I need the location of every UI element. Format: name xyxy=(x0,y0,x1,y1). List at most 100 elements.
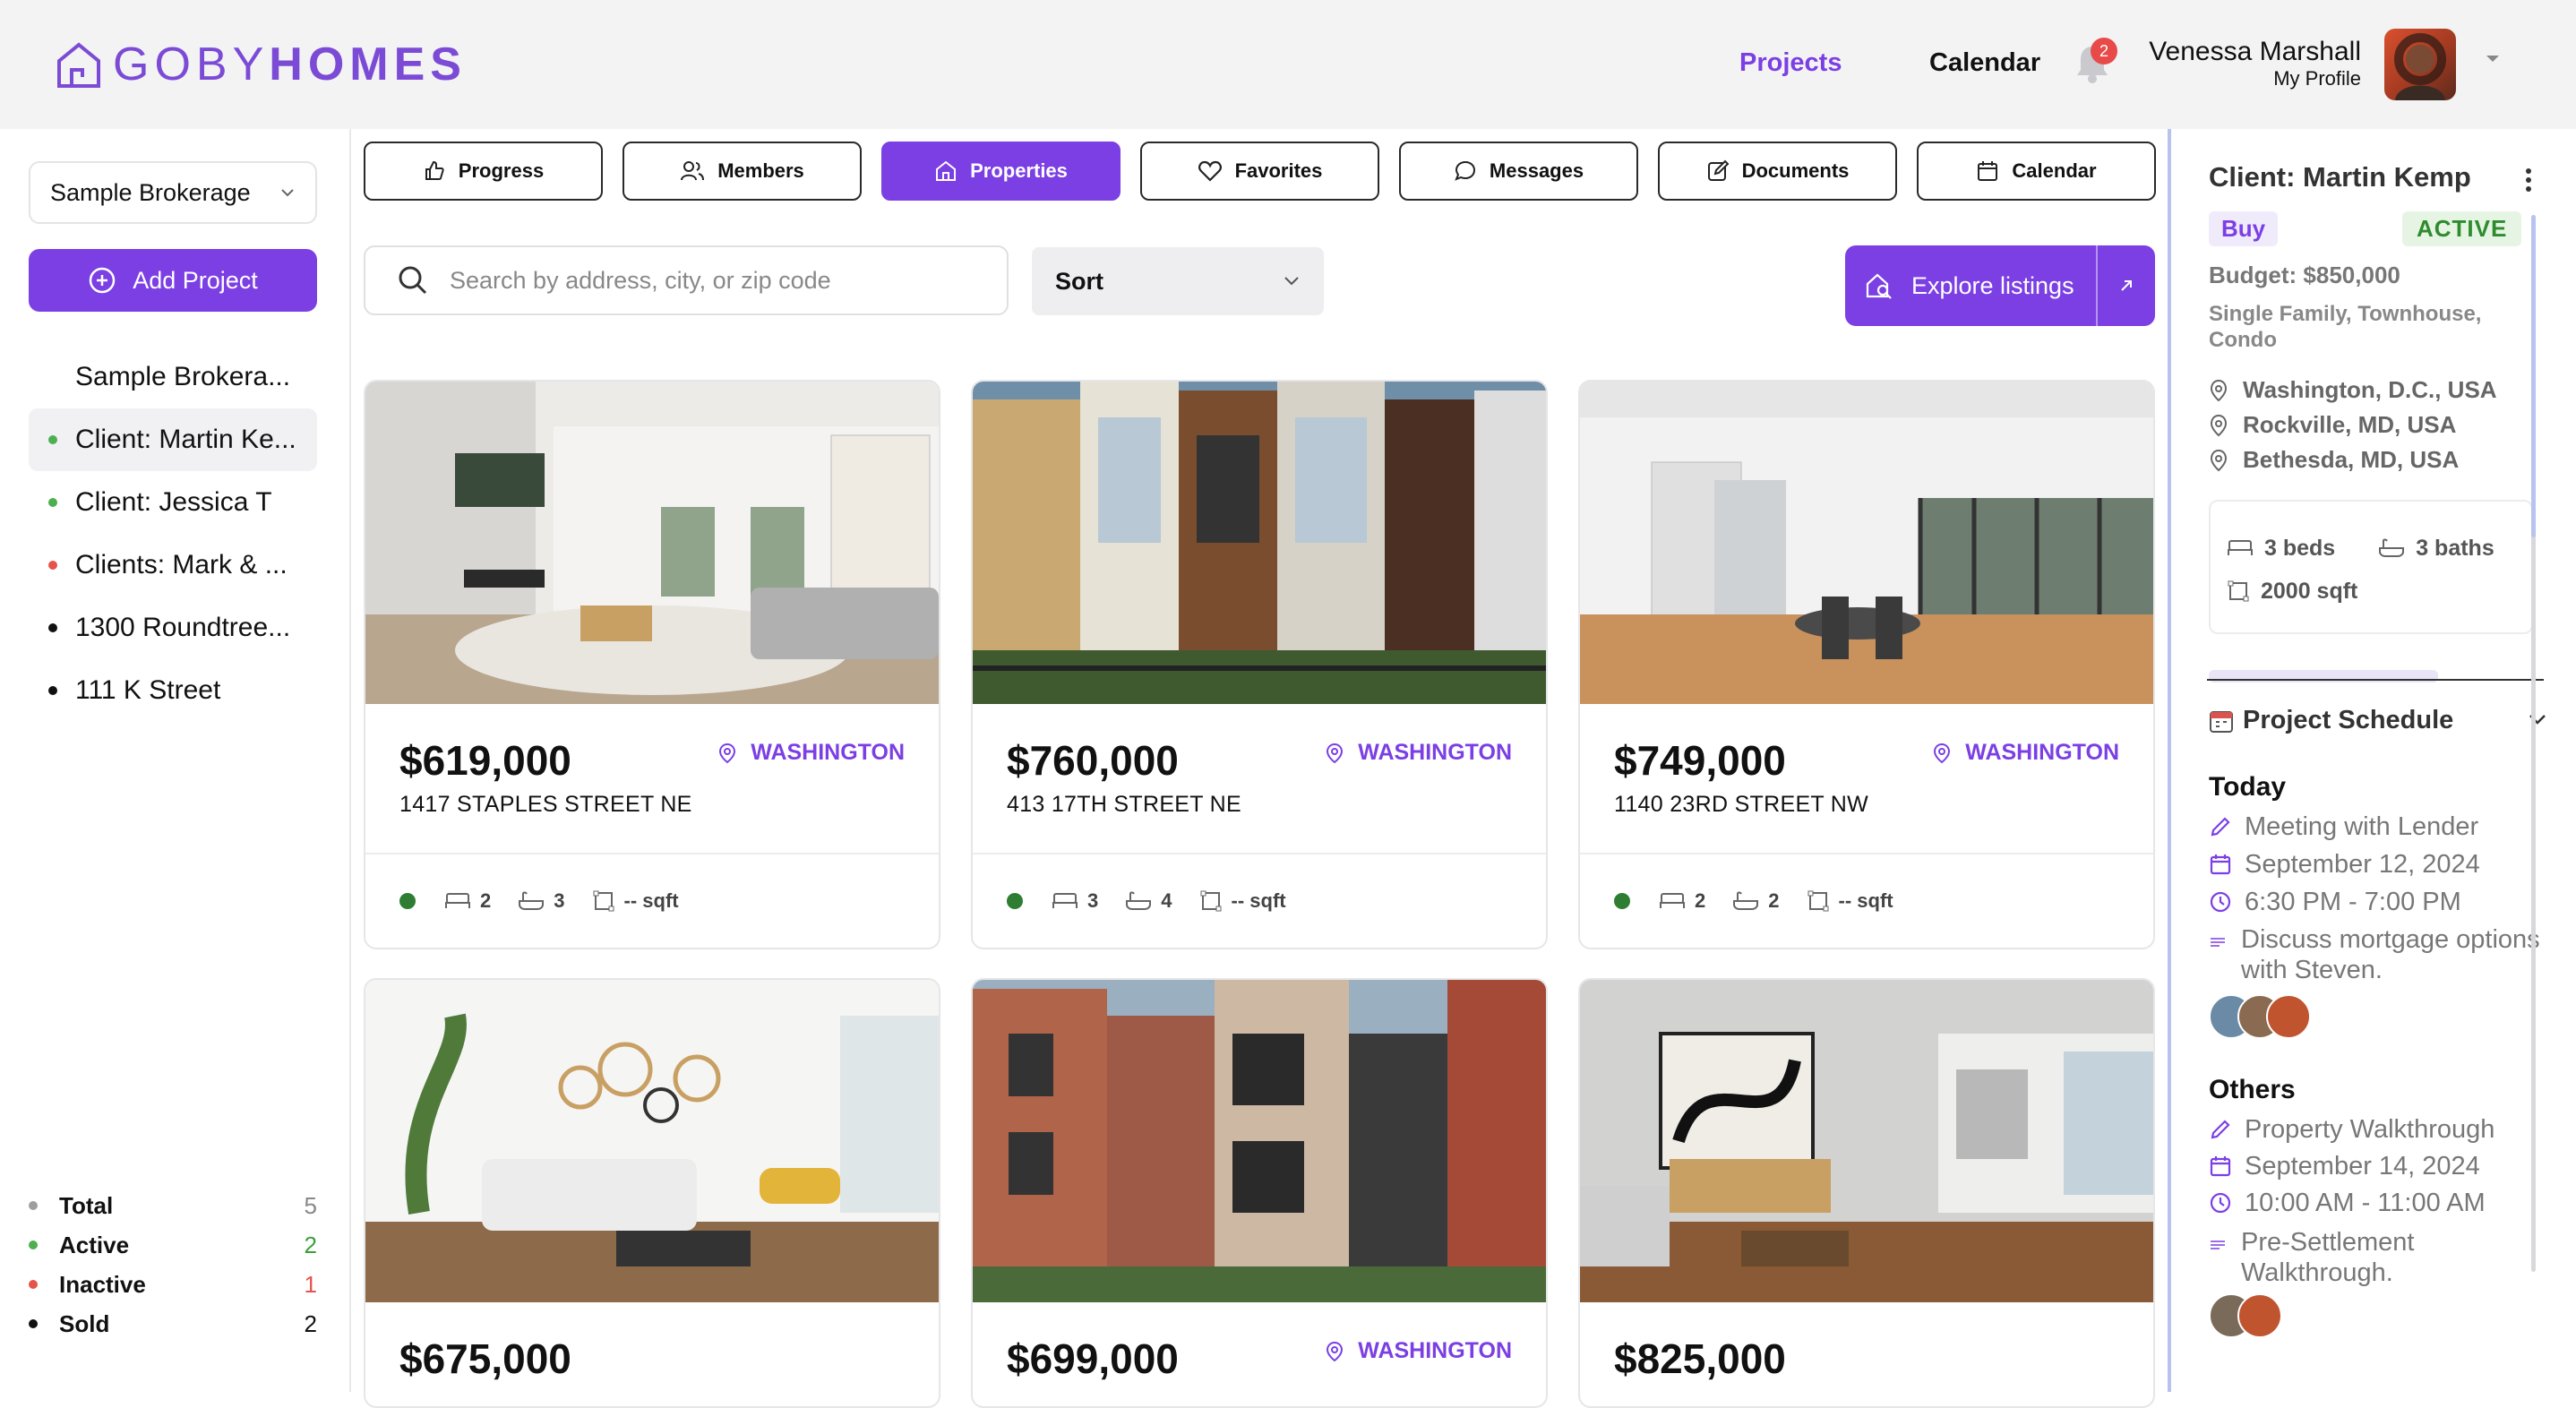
property-card[interactable]: $825,000 xyxy=(1578,978,2155,1408)
tab-progress[interactable]: Progress xyxy=(364,142,603,201)
property-location: WASHINGTON xyxy=(718,740,905,766)
nav-projects[interactable]: Projects xyxy=(1739,47,1842,79)
stat-label: Sold xyxy=(59,1309,110,1337)
bath-icon xyxy=(1126,891,1152,910)
user-name[interactable]: Venessa Marshall xyxy=(2149,36,2361,68)
search-input[interactable]: Search by address, city, or zip code xyxy=(364,245,1009,315)
property-photo[interactable] xyxy=(365,382,939,704)
project-label: Sample Brokera... xyxy=(75,362,291,391)
status-dot xyxy=(48,623,57,632)
project-schedule-header[interactable]: Project Schedule xyxy=(2209,706,2453,735)
users-icon xyxy=(681,161,705,181)
more-options-icon[interactable] xyxy=(2524,167,2533,193)
event-attendees[interactable] xyxy=(2209,994,2311,1039)
panel-scrollbar-thumb[interactable] xyxy=(2531,215,2536,537)
event-title-row[interactable]: Meeting with Lender xyxy=(2209,811,2549,842)
client-cities: Washington, D.C., USA Rockville, MD, USA… xyxy=(2209,373,2497,477)
event-attendees[interactable] xyxy=(2209,1293,2282,1338)
property-price: $825,000 xyxy=(1614,1335,1786,1382)
property-address: 1140 23RD STREET NW xyxy=(1614,792,1869,817)
nav-calendar[interactable]: Calendar xyxy=(1929,47,2040,79)
project-item-111-k-street[interactable]: 111 K Street xyxy=(29,659,317,722)
client-baths: 3 baths xyxy=(2416,535,2494,561)
property-photo[interactable] xyxy=(973,980,1546,1302)
clock-icon xyxy=(2210,1192,2231,1214)
client-requirements: 3 beds 3 baths 2000 sqft xyxy=(2209,500,2533,634)
event-date: September 12, 2024 xyxy=(2245,850,2480,879)
client-detail-panel: Client: Martin Kemp Buy ACTIVE Budget: $… xyxy=(2168,129,2576,1392)
tab-label: Properties xyxy=(970,159,1068,182)
project-label: Clients: Mark & ... xyxy=(75,550,288,580)
tab-properties[interactable]: Properties xyxy=(881,142,1121,201)
user-avatar[interactable] xyxy=(2384,29,2456,100)
property-info: $675,000 xyxy=(365,1302,939,1406)
home-search-icon xyxy=(1866,273,1892,299)
client-title: Client: Martin Kemp xyxy=(2209,161,2471,193)
property-city: WASHINGTON xyxy=(1358,1338,1512,1363)
brokerage-select[interactable]: Sample Brokerage xyxy=(29,161,317,224)
add-project-label: Add Project xyxy=(133,266,258,294)
event-note-row: Pre-Settlement Walkthrough. xyxy=(2209,1227,2549,1288)
tab-label: Favorites xyxy=(1234,159,1323,182)
tab-documents[interactable]: Documents xyxy=(1658,142,1897,201)
tab-members[interactable]: Members xyxy=(623,142,862,201)
schedule-others-label: Others xyxy=(2209,1075,2296,1104)
property-photo[interactable] xyxy=(973,382,1546,704)
event-title-row[interactable]: Property Walkthrough xyxy=(2209,1114,2549,1145)
status-dot xyxy=(48,561,57,570)
property-location: WASHINGTON xyxy=(1933,740,2119,766)
property-address: 1417 STAPLES STREET NE xyxy=(399,792,692,817)
gobyhomes-logo[interactable]: GOBYHOMES xyxy=(54,39,467,90)
sort-select[interactable]: Sort xyxy=(1032,247,1324,315)
property-location: WASHINGTON xyxy=(1326,740,1512,766)
attendee-avatar xyxy=(2237,1293,2282,1338)
project-item-1300-roundtree[interactable]: 1300 Roundtree... xyxy=(29,597,317,659)
baths-count: 2 xyxy=(1768,889,1780,912)
project-item-martin-kemp[interactable]: Client: Martin Ke... xyxy=(29,408,317,471)
property-photo[interactable] xyxy=(1580,980,2153,1302)
property-card[interactable]: $675,000 xyxy=(364,978,940,1408)
tab-messages[interactable]: Messages xyxy=(1399,142,1638,201)
sqft-value: -- sqft xyxy=(1838,889,1893,912)
property-card[interactable]: $699,000 WASHINGTON xyxy=(971,978,1548,1408)
map-pin-icon xyxy=(1327,1341,1344,1361)
explore-listings-button[interactable]: Explore listings xyxy=(1845,245,2155,326)
project-item-sample-brokerage[interactable]: Sample Brokera... xyxy=(29,346,317,408)
client-budget: Budget: $850,000 xyxy=(2209,262,2400,288)
property-card[interactable]: $760,000 WASHINGTON 413 17TH STREET NE 3… xyxy=(971,380,1548,949)
stat-value: 2 xyxy=(304,1231,317,1258)
property-card[interactable]: $619,000 WASHINGTON 1417 STAPLES STREET … xyxy=(364,380,940,949)
status-dot xyxy=(399,893,416,909)
user-profile-link[interactable]: My Profile xyxy=(2273,67,2361,90)
property-info: $619,000 WASHINGTON 1417 STAPLES STREET … xyxy=(365,704,939,854)
project-label: 1300 Roundtree... xyxy=(75,613,291,642)
project-label: Client: Martin Ke... xyxy=(75,425,296,454)
pencil-icon xyxy=(2211,1120,2230,1139)
stat-total: Total 5 xyxy=(29,1186,317,1225)
property-info: $699,000 WASHINGTON xyxy=(973,1302,1546,1406)
city-label: Washington, D.C., USA xyxy=(2243,376,2497,403)
status-dot xyxy=(48,686,57,695)
notes-icon xyxy=(2211,938,2225,947)
search-icon xyxy=(399,266,427,295)
tab-label: Messages xyxy=(1489,159,1584,182)
city-label: Bethesda, MD, USA xyxy=(2243,446,2460,473)
add-project-button[interactable]: Add Project xyxy=(29,249,317,312)
map-pin-icon xyxy=(2210,379,2228,401)
property-photo[interactable] xyxy=(365,980,939,1302)
stat-label: Total xyxy=(59,1191,114,1219)
client-property-types: Single Family, Townhouse, Condo xyxy=(2209,302,2482,352)
property-info: $825,000 xyxy=(1580,1302,2153,1406)
tab-favorites[interactable]: Favorites xyxy=(1140,142,1379,201)
property-photo[interactable] xyxy=(1580,382,2153,704)
tab-calendar[interactable]: Calendar xyxy=(1917,142,2156,201)
property-card[interactable]: $749,000 WASHINGTON 1140 23RD STREET NW … xyxy=(1578,380,2155,949)
project-item-mark[interactable]: Clients: Mark & ... xyxy=(29,534,317,597)
left-sidebar: Sample Brokerage Add Project Sample Brok… xyxy=(0,129,351,1392)
project-tabs: Progress Members Properties Favorites Me… xyxy=(364,142,2156,201)
explore-listings-label: Explore listings xyxy=(1911,271,2074,299)
chevron-down-icon[interactable] xyxy=(2485,54,2501,64)
city-item: Washington, D.C., USA xyxy=(2209,373,2497,408)
project-item-jessica-t[interactable]: Client: Jessica T xyxy=(29,471,317,534)
project-schedule-title: Project Schedule xyxy=(2243,706,2454,734)
